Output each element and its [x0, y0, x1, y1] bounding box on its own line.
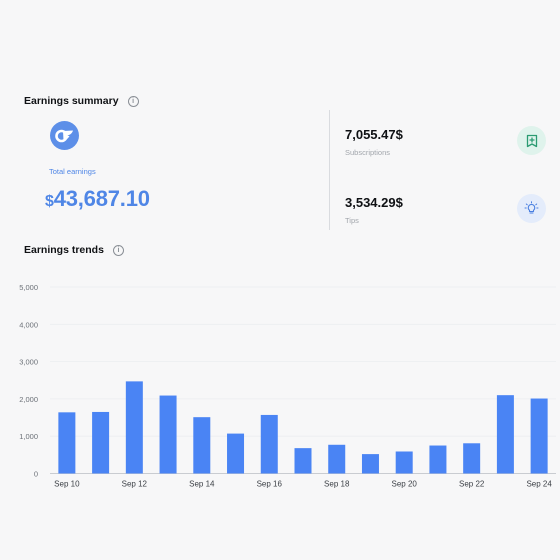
- x-tick-label: Sep 22: [459, 480, 485, 489]
- summary-divider: [329, 110, 330, 230]
- x-tick-label: Sep 14: [189, 480, 215, 489]
- info-icon[interactable]: i: [127, 95, 139, 107]
- y-tick-label: 0: [34, 470, 38, 479]
- bar: [463, 443, 481, 474]
- info-icon[interactable]: i: [112, 244, 124, 256]
- subscriptions-icon: [517, 126, 546, 155]
- earnings-summary-title: Earnings summary i: [24, 95, 139, 107]
- bar: [125, 381, 143, 474]
- x-tick-label: Sep 16: [257, 480, 283, 489]
- total-earnings-label: Total earnings: [49, 167, 96, 176]
- y-tick-label: 2,000: [19, 395, 38, 404]
- subscriptions-label: Subscriptions: [345, 148, 391, 157]
- x-tick-label: Sep 18: [324, 480, 350, 489]
- platform-logo-icon: [50, 121, 79, 150]
- x-tick-label: Sep 10: [54, 480, 80, 489]
- y-tick-label: 5,000: [19, 283, 38, 292]
- x-tick-label: Sep 20: [392, 480, 418, 489]
- currency-symbol: $: [45, 193, 54, 210]
- total-amount: 43,687.10: [53, 186, 150, 211]
- subscriptions-value: 7,055.47$: [345, 127, 403, 142]
- y-tick-label: 4,000: [19, 320, 38, 329]
- bar: [530, 398, 548, 474]
- y-tick-label: 1,000: [19, 432, 38, 441]
- bar: [395, 451, 413, 474]
- bar: [294, 448, 312, 474]
- x-tick-label: Sep 24: [526, 480, 552, 489]
- earnings-summary-label: Earnings summary: [24, 95, 119, 107]
- earnings-trends-label: Earnings trends: [24, 244, 104, 256]
- bar: [227, 433, 245, 474]
- tips-value: 3,534.29$: [345, 195, 403, 210]
- bar: [58, 412, 76, 474]
- earnings-trends-title: Earnings trends i: [24, 244, 124, 256]
- bar: [361, 454, 379, 474]
- earnings-trends-chart: 0 1,000 2,000 3,000 4,000 5,000 Sep 10 Sep 12 Se…: [19, 283, 556, 489]
- y-tick-label: 3,000: [19, 358, 38, 367]
- bar: [193, 417, 211, 474]
- bar: [260, 414, 278, 474]
- bar: [429, 445, 447, 474]
- x-tick-label: Sep 12: [122, 480, 148, 489]
- bar: [159, 395, 177, 474]
- tips-label: Tips: [345, 216, 359, 225]
- total-earnings-value: $43,687.10: [45, 186, 150, 212]
- bar: [496, 395, 514, 474]
- bar: [92, 411, 110, 474]
- tips-lightbulb-icon: [517, 194, 546, 223]
- bar: [328, 444, 346, 474]
